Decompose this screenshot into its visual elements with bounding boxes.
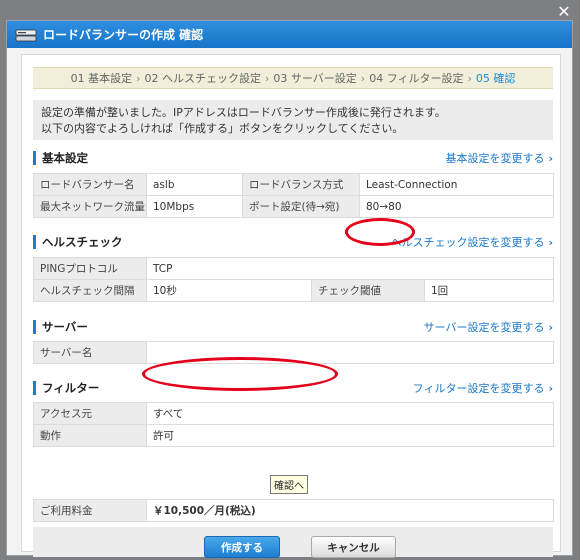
close-icon[interactable]: ✕ bbox=[556, 4, 572, 20]
access-source-value: すべて bbox=[146, 402, 554, 425]
dialog-title: ロードバランサーの作成 確認 bbox=[43, 28, 204, 42]
server-section-title: サーバー bbox=[33, 320, 88, 334]
check-threshold-label: チェック閾値 bbox=[311, 279, 425, 302]
annotation-circle-port bbox=[345, 218, 415, 246]
chevron-right-icon: › bbox=[548, 152, 553, 165]
basic-section-header: 基本設定 基本設定を変更する › bbox=[33, 150, 553, 166]
lb-name-value: aslb bbox=[146, 173, 243, 196]
button-bar bbox=[33, 527, 553, 557]
edit-server-link[interactable]: サーバー設定を変更する › bbox=[424, 319, 553, 335]
filter-action-label: 動作 bbox=[33, 424, 147, 447]
step-basic: 01 基本設定 bbox=[70, 72, 133, 85]
intro-message: 設定の準備が整いました。IPアドレスはロードバランサー作成後に発行されます。 以… bbox=[33, 100, 553, 140]
filter-section-title: フィルター bbox=[33, 381, 99, 395]
table-row: 動作 許可 bbox=[33, 424, 554, 447]
step-arrow-icon: › bbox=[360, 71, 366, 85]
ping-protocol-value: TCP bbox=[145, 257, 555, 280]
ping-protocol-label: PINGプロトコル bbox=[33, 257, 147, 280]
check-interval-label: ヘルスチェック間隔 bbox=[33, 279, 147, 302]
edit-server-link-label: サーバー設定を変更する bbox=[423, 321, 545, 334]
table-row: ご利用料金 ￥10,500／月(税込) bbox=[33, 499, 554, 522]
edit-filter-link-label: フィルター設定を変更する bbox=[412, 382, 545, 395]
step-arrow-icon: › bbox=[265, 71, 270, 85]
lb-method-label: ロードバランス方式 bbox=[242, 173, 360, 196]
check-interval-value: 10秒 bbox=[146, 279, 312, 302]
dialog-body: 01 基本設定 › 02 ヘルスチェック設定 › 03 サーバー設定 › 04 … bbox=[21, 54, 561, 558]
table-row: アクセス元 すべて bbox=[33, 402, 554, 425]
step-health-check: 02 ヘルスチェック設定 bbox=[144, 72, 262, 85]
chevron-right-icon: › bbox=[548, 236, 553, 249]
max-traffic-value: 10Mbps bbox=[146, 195, 243, 218]
intro-line-2: 以下の内容でよろしければ「作成する」ボタンをクリックしてください。 bbox=[41, 122, 404, 135]
fee-value: ￥10,500／月(税込) bbox=[146, 499, 554, 522]
server-name-label: サーバー名 bbox=[33, 341, 147, 364]
lb-name-label: ロードバランサー名 bbox=[33, 173, 147, 196]
edit-filter-link[interactable]: フィルター設定を変更する › bbox=[413, 380, 553, 396]
table-row: 最大ネットワーク流量 10Mbps ポート設定(待→宛) 80→80 bbox=[33, 195, 554, 218]
edit-health-link[interactable]: ヘルスチェック設定を変更する › bbox=[390, 234, 553, 250]
step-arrow-icon: › bbox=[136, 71, 141, 85]
edit-health-link-label: ヘルスチェック設定を変更する bbox=[390, 236, 545, 249]
health-check-table: PINGプロトコル TCP ヘルスチェック間隔 10秒 チェック閾値 1回 bbox=[33, 257, 555, 302]
step-filter: 04 フィルター設定 bbox=[369, 72, 464, 85]
wizard-steps: 01 基本設定 › 02 ヘルスチェック設定 › 03 サーバー設定 › 04 … bbox=[33, 67, 553, 89]
server-icon bbox=[15, 28, 37, 42]
edit-basic-link-label: 基本設定を変更する bbox=[445, 152, 545, 165]
basic-section-title: 基本設定 bbox=[33, 151, 88, 165]
access-source-label: アクセス元 bbox=[33, 402, 147, 425]
filter-action-value: 許可 bbox=[146, 424, 554, 447]
cancel-button[interactable]: キャンセル bbox=[311, 536, 396, 558]
step-confirm: 05 確認 bbox=[475, 72, 516, 85]
tooltip: 確認へ bbox=[270, 475, 308, 494]
fee-label: ご利用料金 bbox=[33, 499, 147, 522]
lb-method-value: Least-Connection bbox=[359, 173, 554, 196]
intro-line-1: 設定の準備が整いました。IPアドレスはロードバランサー作成後に発行されます。 bbox=[41, 106, 446, 119]
port-setting-value: 80→80 bbox=[359, 195, 554, 218]
chevron-right-icon: › bbox=[548, 382, 553, 395]
check-threshold-value: 1回 bbox=[423, 279, 555, 302]
server-section-header: サーバー サーバー設定を変更する › bbox=[33, 319, 553, 335]
step-arrow-icon: › bbox=[467, 71, 472, 85]
port-setting-label: ポート設定(待→宛) bbox=[242, 195, 360, 218]
fee-table: ご利用料金 ￥10,500／月(税込) bbox=[33, 499, 554, 522]
dialog-titlebar: ロードバランサーの作成 確認 bbox=[7, 21, 572, 48]
table-row: PINGプロトコル TCP bbox=[33, 257, 555, 280]
filter-table: アクセス元 すべて 動作 許可 bbox=[33, 402, 554, 447]
edit-basic-link[interactable]: 基本設定を変更する › bbox=[445, 150, 553, 166]
max-traffic-label: 最大ネットワーク流量 bbox=[33, 195, 147, 218]
health-section-title: ヘルスチェック bbox=[33, 235, 123, 249]
table-row: ロードバランサー名 aslb ロードバランス方式 Least-Connectio… bbox=[33, 173, 554, 196]
basic-settings-table: ロードバランサー名 aslb ロードバランス方式 Least-Connectio… bbox=[33, 173, 554, 218]
annotation-circle-server-name bbox=[142, 357, 338, 391]
step-server: 03 サーバー設定 bbox=[273, 72, 357, 85]
table-row: ヘルスチェック間隔 10秒 チェック閾値 1回 bbox=[33, 279, 555, 302]
chevron-right-icon: › bbox=[548, 321, 553, 334]
health-section-header: ヘルスチェック ヘルスチェック設定を変更する › bbox=[33, 234, 553, 250]
create-button[interactable]: 作成する bbox=[204, 536, 280, 558]
create-load-balancer-dialog: ロードバランサーの作成 確認 01 基本設定 › 02 ヘルスチェック設定 › … bbox=[6, 20, 573, 558]
